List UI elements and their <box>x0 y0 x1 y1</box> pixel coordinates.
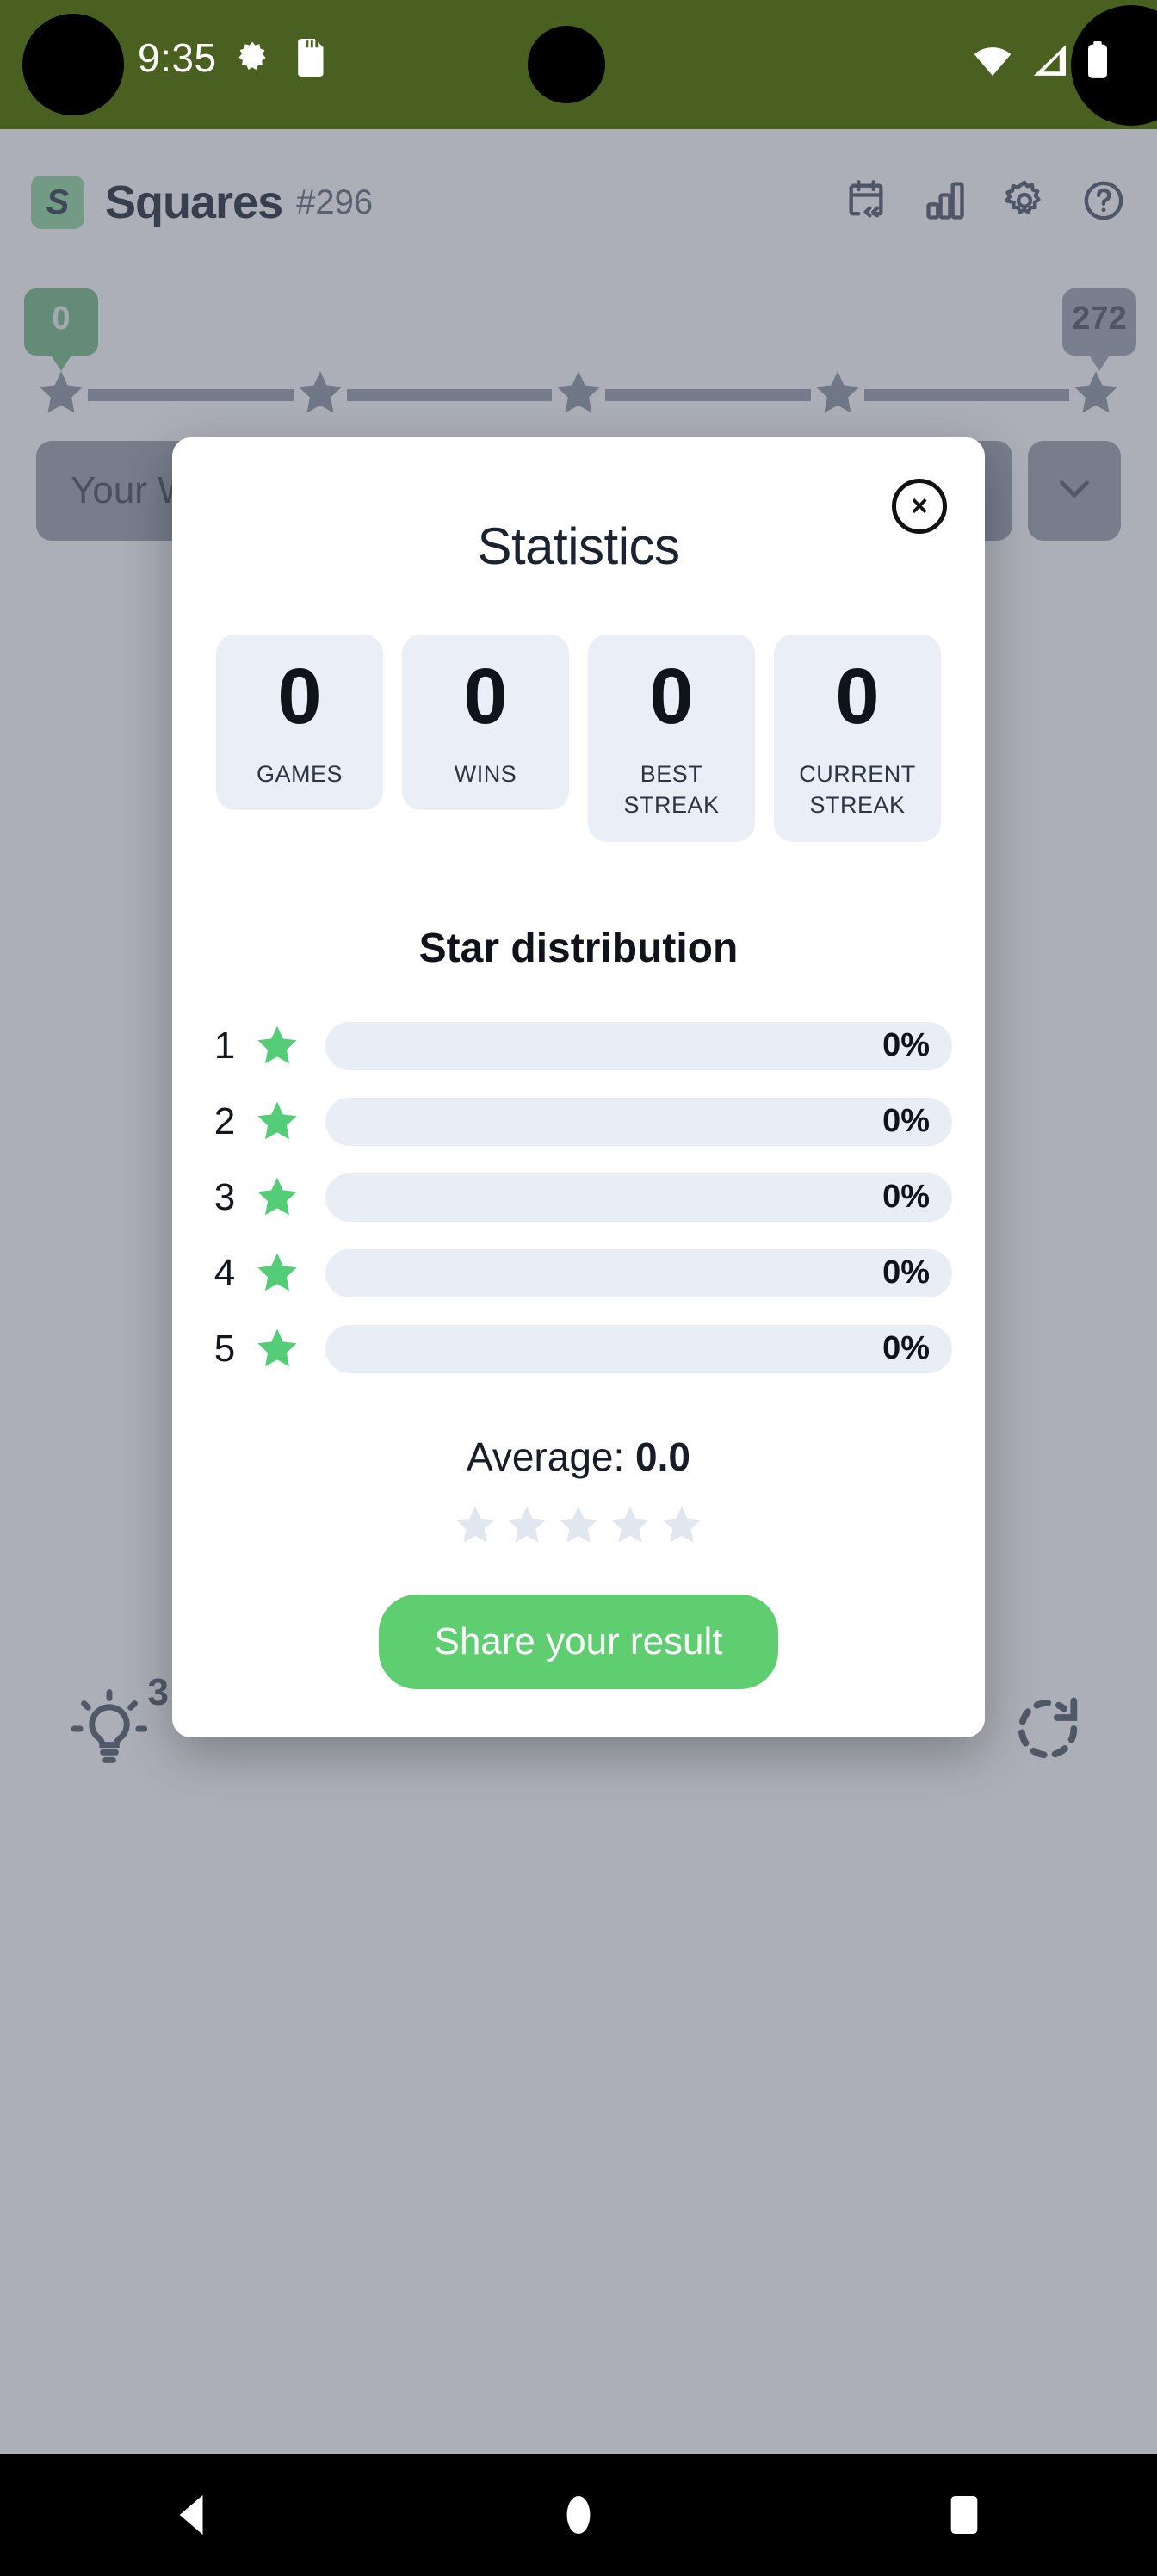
star-icon-empty <box>659 1502 705 1553</box>
average-value: 0.0 <box>635 1434 690 1479</box>
distribution-list: 1 0% 2 0% 3 0% 4 0% 5 0% <box>205 1008 952 1387</box>
system-status-bar: 9:35 <box>0 0 1157 129</box>
battery-icon <box>1086 41 1109 84</box>
gear-icon <box>234 40 270 80</box>
stat-card-best-streak: 0 BEST STREAK <box>588 635 755 842</box>
stat-value: 0 <box>649 653 694 740</box>
distribution-title: Star distribution <box>418 925 739 971</box>
stat-label: WINS <box>454 761 517 787</box>
stat-value: 0 <box>277 653 322 740</box>
star-icon <box>244 1098 310 1146</box>
share-row: Share your result <box>205 1594 952 1689</box>
home-button[interactable] <box>527 2463 630 2567</box>
distribution-star-count: 3 <box>213 1175 236 1218</box>
android-nav-bar <box>0 2454 1157 2576</box>
stat-label: BEST STREAK <box>623 761 720 819</box>
stat-value: 0 <box>463 653 508 740</box>
distribution-row: 4 0% <box>205 1235 952 1311</box>
distribution-star-count: 5 <box>213 1327 236 1370</box>
star-icon <box>244 1249 310 1297</box>
status-bar-clock: 9:35 <box>138 35 217 80</box>
distribution-percent: 0% <box>882 1179 930 1216</box>
distribution-percent: 0% <box>882 1027 930 1064</box>
distribution-star-count: 4 <box>213 1251 236 1294</box>
sd-card-icon <box>293 39 325 81</box>
distribution-bar: 0% <box>325 1248 952 1297</box>
distribution-row: 5 0% <box>205 1311 952 1387</box>
close-icon[interactable]: × <box>892 479 947 534</box>
status-bar-left-icons <box>234 39 325 81</box>
stat-card-games: 0 GAMES <box>216 635 383 811</box>
camera-cutout <box>22 14 124 115</box>
distribution-bar: 0% <box>325 1324 952 1373</box>
stat-card-current-streak: 0 CURRENT STREAK <box>774 635 941 842</box>
back-button[interactable] <box>141 2463 244 2567</box>
average-star-rating <box>205 1502 952 1553</box>
distribution-row: 3 0% <box>205 1160 952 1235</box>
stat-label: CURRENT STREAK <box>799 761 916 819</box>
distribution-bar: 0% <box>325 1097 952 1146</box>
star-icon-empty <box>452 1502 498 1553</box>
star-icon <box>244 1173 310 1222</box>
distribution-bar: 0% <box>325 1021 952 1070</box>
stat-card-wins: 0 WINS <box>402 635 569 811</box>
star-icon <box>244 1325 310 1373</box>
star-icon-empty <box>555 1502 602 1553</box>
share-result-button[interactable]: Share your result <box>379 1594 778 1689</box>
stat-value: 0 <box>835 653 880 740</box>
star-icon-empty <box>607 1502 653 1553</box>
statistics-modal: × Statistics 0 GAMES 0 WINS 0 BEST STREA… <box>172 437 985 1737</box>
modal-title: Statistics <box>477 517 680 575</box>
distribution-row: 2 0% <box>205 1084 952 1160</box>
wifi-icon <box>973 44 1012 81</box>
distribution-row: 1 0% <box>205 1008 952 1084</box>
phone-screen: S Squares #296 0 272 Your Word 3 × Stati… <box>0 0 1157 2576</box>
camera-cutout <box>528 26 605 103</box>
stat-label: GAMES <box>256 761 343 787</box>
distribution-star-count: 2 <box>213 1099 236 1142</box>
star-icon <box>244 1022 310 1070</box>
cellular-signal-icon <box>1031 44 1067 81</box>
recents-button[interactable] <box>913 2463 1016 2567</box>
star-icon-empty <box>504 1502 550 1553</box>
distribution-bar: 0% <box>325 1173 952 1222</box>
distribution-percent: 0% <box>882 1103 930 1140</box>
summary-stats-row: 0 GAMES 0 WINS 0 BEST STREAK 0 CURRENT S… <box>205 635 952 842</box>
distribution-star-count: 1 <box>213 1024 236 1067</box>
average-label: Average: <box>466 1434 636 1479</box>
status-bar-right-icons <box>973 41 1109 84</box>
average-row: Average: 0.0 <box>205 1434 952 1480</box>
distribution-percent: 0% <box>882 1330 930 1367</box>
distribution-percent: 0% <box>882 1254 930 1291</box>
